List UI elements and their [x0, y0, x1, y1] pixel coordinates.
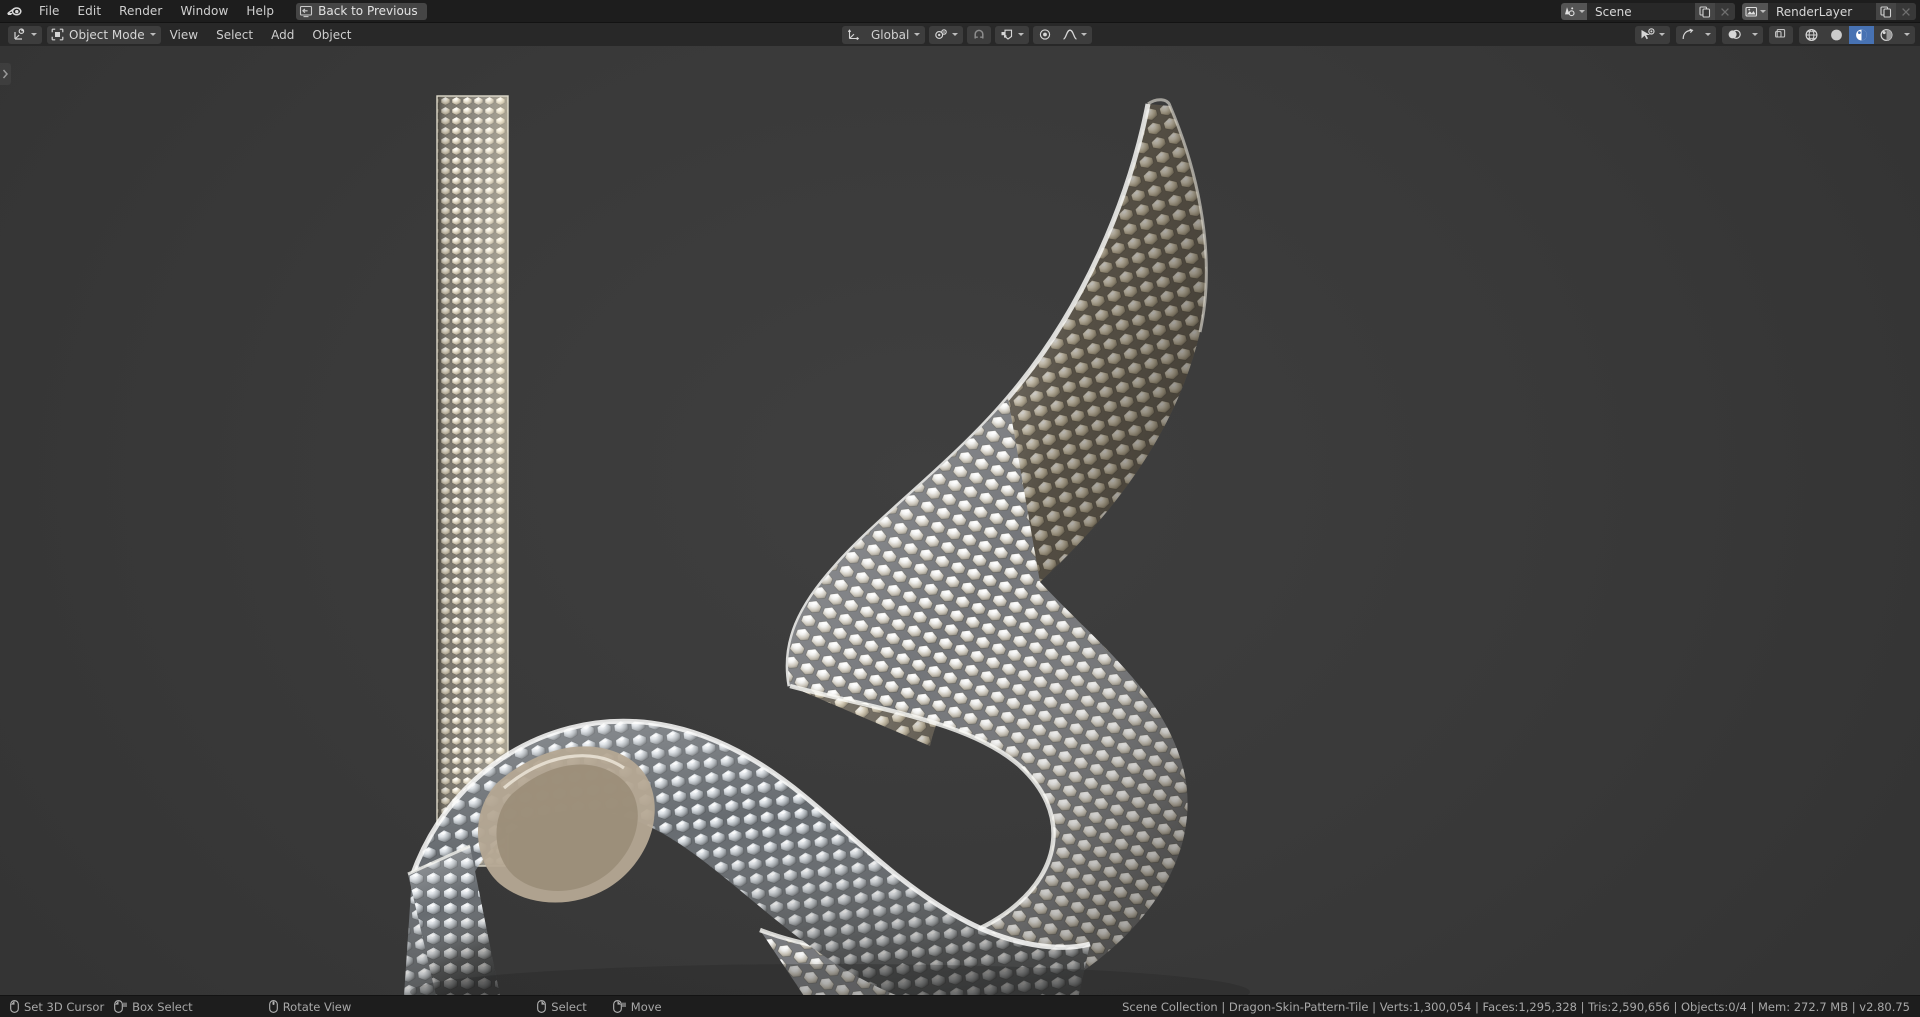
chevron-down-icon — [149, 33, 156, 36]
pivot-point-selector[interactable] — [929, 25, 964, 44]
ribbon-segment-middle — [760, 398, 1188, 1005]
snap-controls[interactable] — [967, 25, 992, 44]
menu-render[interactable]: Render — [110, 0, 171, 23]
menu-help[interactable]: Help — [237, 0, 283, 23]
view-layer-icon[interactable] — [1742, 3, 1768, 20]
keymap-label: Select — [551, 999, 587, 1014]
menu-edit[interactable]: Edit — [68, 0, 110, 23]
overlays-icon[interactable] — [1722, 26, 1747, 44]
scene-name-field[interactable]: Scene — [1587, 3, 1695, 20]
falloff-curve-icon[interactable] — [1057, 26, 1092, 44]
gizmo-dropdown[interactable] — [1700, 26, 1716, 44]
pivot-point-icon[interactable] — [929, 26, 963, 44]
chevron-down-icon — [1752, 33, 1758, 36]
chevron-down-icon — [1904, 33, 1910, 36]
vmenu-view[interactable]: View — [161, 23, 207, 46]
proportional-edit-controls[interactable] — [1033, 25, 1093, 44]
keymap-item-move: Move — [612, 999, 662, 1014]
editor-type-3dview-icon[interactable] — [8, 26, 42, 44]
new-scene-button[interactable] — [1695, 3, 1715, 20]
interaction-mode-selector[interactable]: Object Mode — [47, 25, 161, 44]
orientation-dropdown[interactable] — [912, 26, 925, 44]
back-to-previous-button[interactable]: Back to Previous — [296, 2, 427, 20]
keymap-label: Box Select — [132, 999, 193, 1014]
chevron-down-icon — [1018, 33, 1025, 36]
mouse-left-drag-icon — [114, 1000, 127, 1013]
transform-orientation-selector[interactable]: Global — [842, 25, 926, 44]
chevron-down-icon — [1081, 33, 1088, 36]
mouse-right-drag-icon — [612, 1000, 626, 1013]
mouse-right-icon — [537, 1000, 547, 1013]
toggle-xray-icon[interactable] — [1769, 26, 1793, 44]
mouse-middle-icon — [268, 1000, 278, 1013]
snap-magnet-icon[interactable] — [967, 26, 991, 44]
vmenu-object[interactable]: Object — [303, 23, 360, 46]
chevron-down-icon — [1659, 33, 1665, 36]
mouse-left-icon — [10, 1000, 19, 1013]
keymap-label: Move — [630, 999, 662, 1014]
proportional-edit-icon[interactable] — [1033, 26, 1057, 44]
keymap-item-set-3d-cursor: Set 3D Cursor — [10, 1000, 104, 1014]
back-to-previous-label: Back to Previous — [318, 4, 418, 18]
snap-target-icon[interactable] — [995, 26, 1029, 44]
vmenu-add[interactable]: Add — [262, 23, 303, 46]
keymap-item-select: Select — [537, 999, 587, 1014]
shading-popover-button[interactable] — [1899, 26, 1915, 44]
status-bar: Set 3D Cursor Box Select Rotate View Sel… — [0, 995, 1920, 1017]
chevron-down-icon — [31, 33, 37, 36]
shading-solid[interactable] — [1824, 26, 1849, 44]
scene-statistics: Scene Collection | Dragon-Skin-Pattern-T… — [1122, 999, 1910, 1014]
view-layer-datablock[interactable]: RenderLayer — [1742, 3, 1916, 20]
shading-material-preview[interactable] — [1849, 25, 1874, 44]
scene-icon[interactable] — [1561, 3, 1587, 20]
xray-toggle[interactable] — [1769, 25, 1793, 44]
shading-rendered[interactable] — [1874, 26, 1899, 44]
overlays-dropdown[interactable] — [1747, 26, 1763, 44]
top-bar: File Edit Render Window Help Back to Pre… — [0, 0, 1920, 23]
3d-viewport[interactable] — [0, 46, 1920, 1005]
view-layer-name-field[interactable]: RenderLayer — [1768, 3, 1876, 20]
menu-window[interactable]: Window — [171, 0, 237, 23]
new-view-layer-button[interactable] — [1876, 3, 1896, 20]
vmenu-select[interactable]: Select — [207, 23, 262, 46]
chevron-down-icon — [914, 33, 921, 36]
mode-label: Object Mode — [69, 27, 145, 42]
snap-target-selector[interactable] — [995, 25, 1030, 44]
editor-type-selector[interactable] — [8, 25, 42, 44]
viewport-header: Object Mode View Select Add Object Globa… — [0, 23, 1920, 46]
shading-mode-selector[interactable] — [1799, 25, 1915, 44]
keymap-label: Rotate View — [282, 999, 352, 1014]
keymap-item-rotate-view: Rotate View — [268, 999, 352, 1014]
remove-view-layer-button[interactable] — [1896, 3, 1916, 20]
object-mode-icon — [51, 28, 64, 41]
viewport-header-right-tools — [1633, 23, 1917, 46]
topbar-datablocks: Scene RenderLayer — [1561, 0, 1916, 23]
object-visibility-selector[interactable] — [1635, 25, 1670, 44]
flat-tile-strip — [436, 95, 509, 867]
viewport-header-center-tools: Global — [840, 23, 1094, 46]
gizmo-controls[interactable] — [1676, 25, 1716, 44]
scene-datablock[interactable]: Scene — [1561, 3, 1735, 20]
blender-logo-icon[interactable] — [0, 0, 30, 23]
chevron-down-icon — [952, 33, 959, 36]
gizmo-icon[interactable] — [1676, 26, 1700, 44]
back-to-previous-icon — [298, 4, 313, 19]
blender-window: File Edit Render Window Help Back to Pre… — [0, 0, 1920, 1017]
object-visibility-icon[interactable] — [1635, 26, 1670, 44]
keymap-item-box-select: Box Select — [114, 1000, 193, 1014]
transform-orientation-label[interactable]: Global — [866, 26, 912, 44]
orientation-axes-icon[interactable] — [842, 26, 866, 44]
chevron-down-icon — [1759, 10, 1766, 13]
overlays-controls[interactable] — [1722, 25, 1763, 44]
dragon-skin-pattern-mesh[interactable] — [0, 46, 1920, 1005]
chevron-down-icon — [1705, 33, 1711, 36]
keymap-label: Set 3D Cursor — [24, 999, 105, 1014]
chevron-down-icon — [1578, 10, 1585, 13]
menu-file[interactable]: File — [30, 0, 68, 23]
shading-wireframe[interactable] — [1799, 26, 1824, 44]
remove-scene-button[interactable] — [1715, 3, 1735, 20]
